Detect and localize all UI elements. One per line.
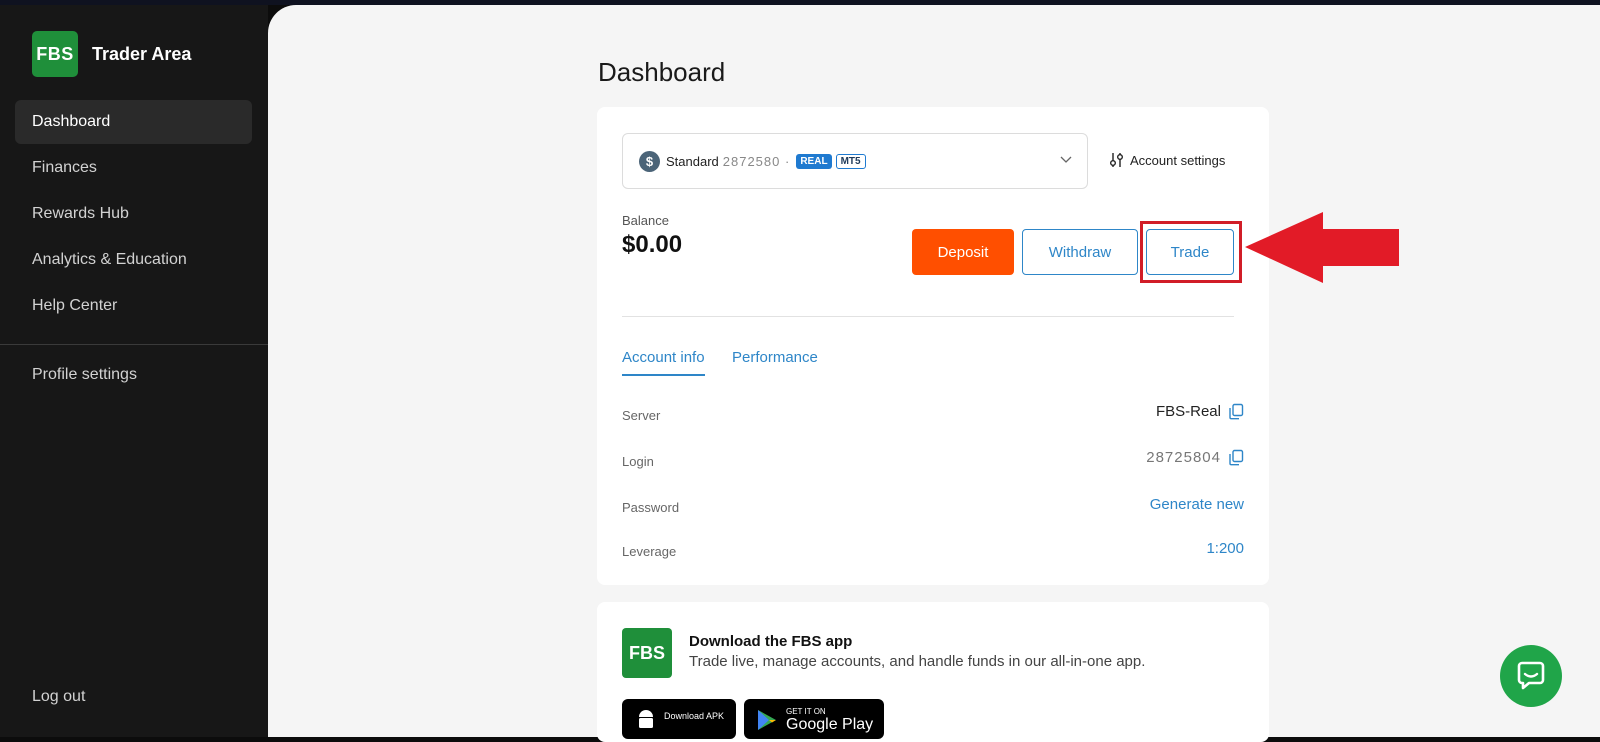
sidebar-item-profile-settings[interactable]: Profile settings [32,366,137,384]
download-apk-button[interactable]: Download APK [622,699,736,739]
gp-small-label: GET IT ON [786,707,826,716]
sidebar-divider [0,344,268,345]
login-label: Login [622,454,654,469]
account-number: 2872580 · [722,153,791,169]
logout-link[interactable]: Log out [32,688,85,706]
server-row-value: FBS-Real [1156,403,1244,420]
trade-button[interactable]: Trade [1146,229,1234,275]
red-arrow-annotation [1245,212,1399,283]
page-title: Dashboard [598,57,726,87]
sidebar: FBS Trader Area Dashboard Finances Rewar… [0,5,268,737]
server-value: FBS-Real [1155,403,1221,420]
google-play-button[interactable]: GET IT ON Google Play [744,699,884,739]
balance-label: Balance [622,213,669,228]
login-value: 28725804 [1146,449,1221,466]
app-promo-card: FBS Download the FBS app Trade live, man… [597,602,1269,742]
sidebar-item-rewards-hub[interactable]: Rewards Hub [15,192,252,236]
main-panel: Dashboard $ Standard 2872580 · REAL MT5 … [268,5,1600,742]
chat-icon [1517,661,1545,690]
sidebar-item-analytics-education[interactable]: Analytics & Education [15,238,252,282]
balance-value: $0.00 [622,231,683,258]
sliders-icon [1110,153,1123,167]
sidebar-nav: Dashboard Finances Rewards Hub Analytics… [15,100,252,330]
chat-button[interactable] [1500,645,1562,707]
leverage-label: Leverage [622,544,677,559]
tab-account-info[interactable]: Account info [622,349,705,376]
dollar-icon: $ [639,150,660,172]
platform-badge: MT5 [835,153,866,169]
copy-icon[interactable] [1228,403,1244,420]
copy-icon[interactable] [1228,449,1244,466]
generate-password-link[interactable]: Generate new [1150,496,1244,513]
login-row-value: 28725804 [1146,449,1244,466]
withdraw-button[interactable]: Withdraw [1022,229,1138,275]
google-play-icon [758,710,776,730]
tab-performance[interactable]: Performance [732,349,818,366]
fbs-logo: FBS [32,31,78,77]
real-badge: REAL [796,153,832,169]
section-divider [622,316,1234,317]
account-card: $ Standard 2872580 · REAL MT5 Account se… [597,107,1269,585]
android-icon [639,710,653,728]
chevron-down-icon [1060,156,1072,163]
app-promo-title: Download the FBS app [689,633,853,650]
server-label: Server [622,408,661,423]
sidebar-item-finances[interactable]: Finances [15,146,252,190]
account-selector[interactable]: $ Standard 2872580 · REAL MT5 [622,133,1088,189]
leverage-value[interactable]: 1:200 [1206,540,1244,557]
password-label: Password [622,500,680,515]
account-settings-link[interactable]: Account settings [1108,151,1225,169]
brand[interactable]: FBS Trader Area [32,31,191,77]
sidebar-item-help-center[interactable]: Help Center [15,284,252,328]
brand-name: Trader Area [92,43,192,64]
sidebar-item-dashboard[interactable]: Dashboard [15,100,252,144]
account-type: Standard [666,153,719,169]
account-settings-label: Account settings [1130,152,1226,168]
gp-big-label: Google Play [786,716,874,733]
fbs-app-logo: FBS [622,628,672,678]
app-promo-subtitle: Trade live, manage accounts, and handle … [689,653,1146,670]
apk-label: Download APK [664,711,725,721]
deposit-button[interactable]: Deposit [912,229,1014,275]
